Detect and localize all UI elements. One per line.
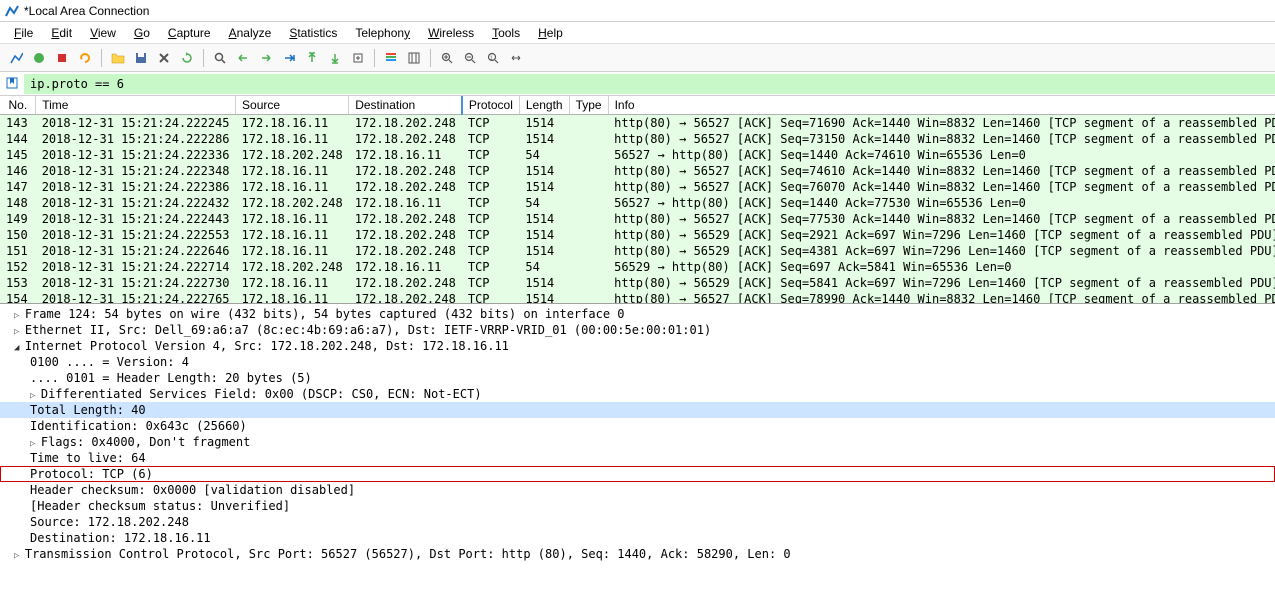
column-destination[interactable]: Destination	[349, 96, 462, 115]
find-icon[interactable]	[210, 48, 230, 68]
detail-ip-destination[interactable]: Destination: 172.18.16.11	[0, 530, 1275, 546]
column-length[interactable]: Length	[519, 96, 569, 115]
detail-ip-flags[interactable]: Flags: 0x4000, Don't fragment	[0, 434, 1275, 450]
detail-ip-version[interactable]: 0100 .... = Version: 4	[0, 354, 1275, 370]
menu-telephony[interactable]: Telephony	[347, 24, 418, 42]
packet-row[interactable]: 1482018-12-31 15:21:24.222432172.18.202.…	[0, 195, 1275, 211]
detail-ip-header-length[interactable]: .... 0101 = Header Length: 20 bytes (5)	[0, 370, 1275, 386]
menu-view[interactable]: View	[82, 24, 124, 42]
packet-row[interactable]: 1542018-12-31 15:21:24.222765172.18.16.1…	[0, 291, 1275, 304]
detail-ethernet[interactable]: Ethernet II, Src: Dell_69:a6:a7 (8c:ec:4…	[0, 322, 1275, 338]
capture-options-icon[interactable]	[75, 48, 95, 68]
column-protocol[interactable]: Protocol	[462, 96, 520, 115]
zoom-in-icon[interactable]	[437, 48, 457, 68]
svg-text:1: 1	[490, 55, 493, 61]
detail-ip[interactable]: Internet Protocol Version 4, Src: 172.18…	[0, 338, 1275, 354]
stop-capture-icon[interactable]	[29, 48, 49, 68]
menu-file[interactable]: File	[6, 24, 41, 42]
menu-capture[interactable]: Capture	[160, 24, 219, 42]
packet-row[interactable]: 1462018-12-31 15:21:24.222348172.18.16.1…	[0, 163, 1275, 179]
resize-all-icon[interactable]	[506, 48, 526, 68]
toolbar-separator	[374, 49, 375, 67]
zoom-reset-icon[interactable]: 1	[483, 48, 503, 68]
packet-row[interactable]: 1532018-12-31 15:21:24.222730172.18.16.1…	[0, 275, 1275, 291]
packet-row[interactable]: 1432018-12-31 15:21:24.222245172.18.16.1…	[0, 115, 1275, 132]
open-file-icon[interactable]	[108, 48, 128, 68]
display-filter-input[interactable]	[24, 74, 1275, 94]
go-back-icon[interactable]	[233, 48, 253, 68]
packet-list-pane[interactable]: No. Time Source Destination Protocol Len…	[0, 96, 1275, 304]
column-type[interactable]: Type	[569, 96, 608, 115]
column-info[interactable]: Info	[608, 96, 1275, 115]
detail-ip-checksum-status[interactable]: [Header checksum status: Unverified]	[0, 498, 1275, 514]
column-time[interactable]: Time	[36, 96, 236, 115]
save-file-icon[interactable]	[131, 48, 151, 68]
detail-ip-source[interactable]: Source: 172.18.202.248	[0, 514, 1275, 530]
menu-go[interactable]: Go	[126, 24, 158, 42]
packet-row[interactable]: 1442018-12-31 15:21:24.222286172.18.16.1…	[0, 131, 1275, 147]
packet-row[interactable]: 1452018-12-31 15:21:24.222336172.18.202.…	[0, 147, 1275, 163]
jump-to-icon[interactable]	[279, 48, 299, 68]
detail-ip-dsf[interactable]: Differentiated Services Field: 0x00 (DSC…	[0, 386, 1275, 402]
detail-ip-total-length[interactable]: Total Length: 40	[0, 402, 1275, 418]
toolbar: 1	[0, 44, 1275, 72]
filter-bookmark-icon[interactable]	[4, 76, 20, 92]
app-icon	[4, 3, 20, 19]
resize-columns-icon[interactable]	[404, 48, 424, 68]
menu-tools[interactable]: Tools	[484, 24, 528, 42]
menu-bar: File Edit View Go Capture Analyze Statis…	[0, 22, 1275, 44]
window-title: *Local Area Connection	[24, 4, 149, 18]
close-file-icon[interactable]	[154, 48, 174, 68]
menu-wireless[interactable]: Wireless	[420, 24, 482, 42]
packet-row[interactable]: 1512018-12-31 15:21:24.222646172.18.16.1…	[0, 243, 1275, 259]
detail-ip-checksum[interactable]: Header checksum: 0x0000 [validation disa…	[0, 482, 1275, 498]
detail-ip-ttl[interactable]: Time to live: 64	[0, 450, 1275, 466]
menu-edit[interactable]: Edit	[43, 24, 80, 42]
packet-row[interactable]: 1522018-12-31 15:21:24.222714172.18.202.…	[0, 259, 1275, 275]
toolbar-separator	[101, 49, 102, 67]
reload-icon[interactable]	[177, 48, 197, 68]
packet-details-pane[interactable]: Frame 124: 54 bytes on wire (432 bits), …	[0, 304, 1275, 579]
column-no[interactable]: No.	[0, 96, 36, 115]
toolbar-separator	[203, 49, 204, 67]
go-first-icon[interactable]	[302, 48, 322, 68]
menu-statistics[interactable]: Statistics	[281, 24, 345, 42]
title-bar: *Local Area Connection	[0, 0, 1275, 22]
packet-row[interactable]: 1472018-12-31 15:21:24.222386172.18.16.1…	[0, 179, 1275, 195]
restart-capture-icon[interactable]	[52, 48, 72, 68]
toolbar-separator	[430, 49, 431, 67]
column-source[interactable]: Source	[236, 96, 349, 115]
go-last-icon[interactable]	[325, 48, 345, 68]
detail-tcp[interactable]: Transmission Control Protocol, Src Port:…	[0, 546, 1275, 562]
detail-ip-protocol[interactable]: Protocol: TCP (6)	[0, 466, 1275, 482]
start-capture-icon[interactable]	[6, 48, 26, 68]
go-forward-icon[interactable]	[256, 48, 276, 68]
packet-row[interactable]: 1502018-12-31 15:21:24.222553172.18.16.1…	[0, 227, 1275, 243]
menu-help[interactable]: Help	[530, 24, 571, 42]
packet-row[interactable]: 1492018-12-31 15:21:24.222443172.18.16.1…	[0, 211, 1275, 227]
auto-scroll-icon[interactable]	[348, 48, 368, 68]
packet-list-header[interactable]: No. Time Source Destination Protocol Len…	[0, 96, 1275, 115]
zoom-out-icon[interactable]	[460, 48, 480, 68]
detail-ip-identification[interactable]: Identification: 0x643c (25660)	[0, 418, 1275, 434]
colorize-icon[interactable]	[381, 48, 401, 68]
filter-bar	[0, 72, 1275, 96]
detail-frame[interactable]: Frame 124: 54 bytes on wire (432 bits), …	[0, 306, 1275, 322]
menu-analyze[interactable]: Analyze	[221, 24, 280, 42]
